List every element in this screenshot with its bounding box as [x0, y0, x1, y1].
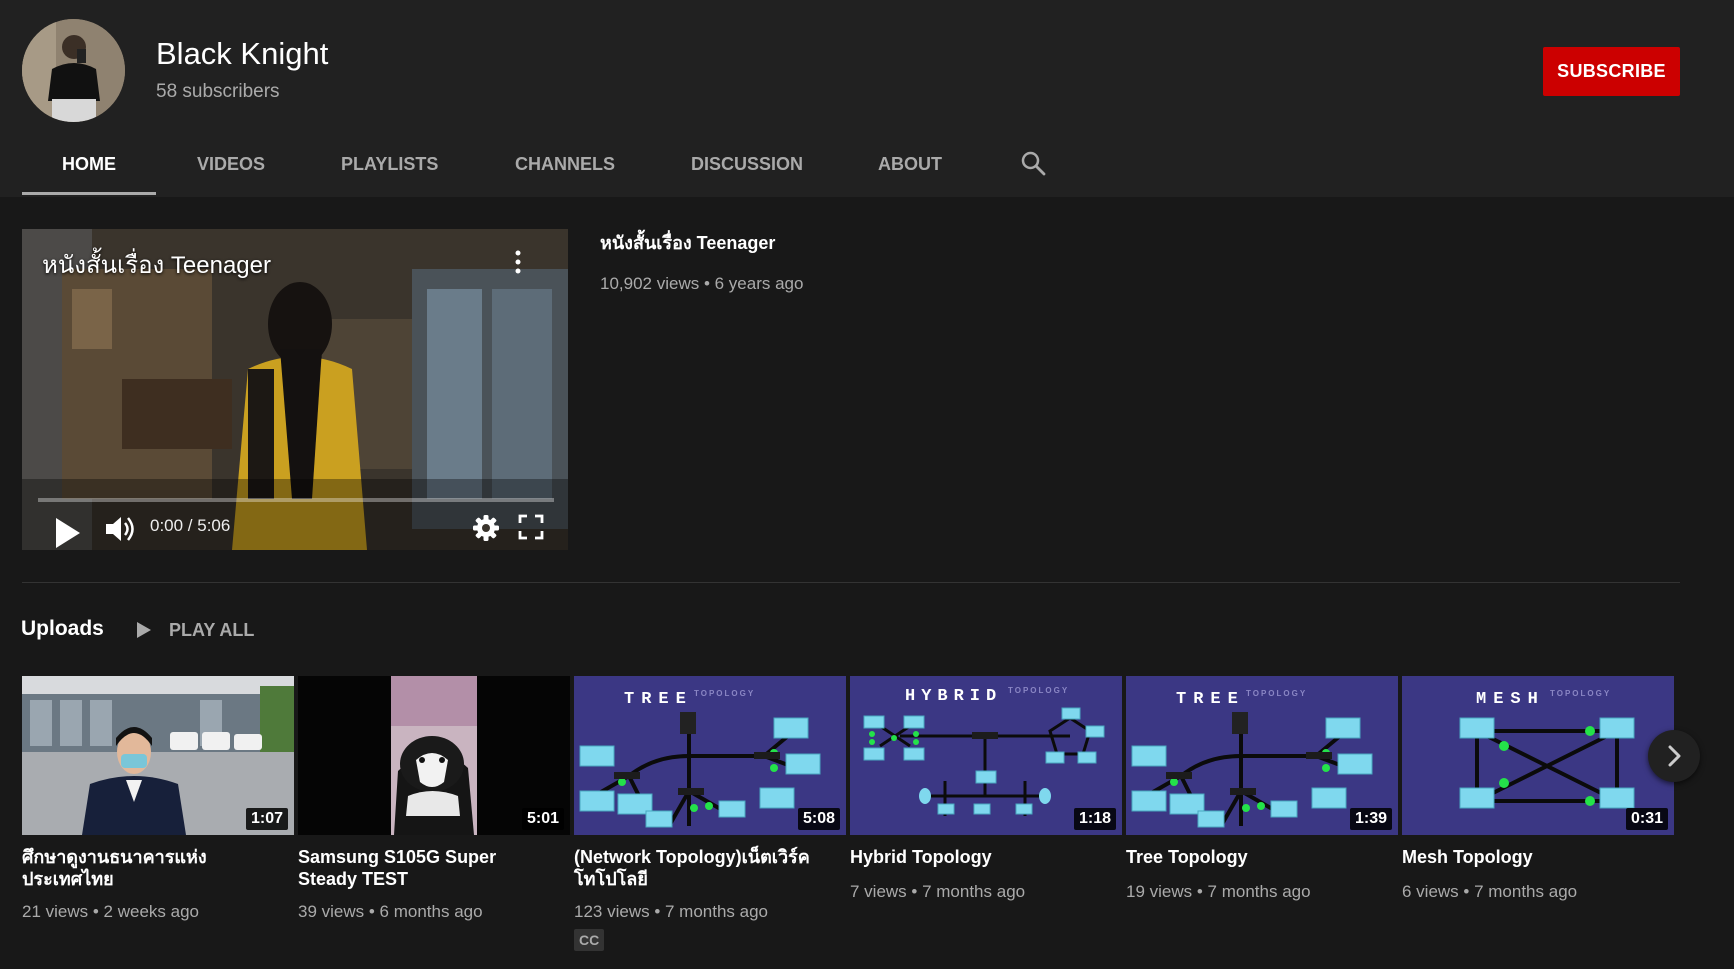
- thumbnail-subheading: TOPOLOGY: [1008, 686, 1069, 695]
- thumbnail-heading: TREE: [624, 690, 693, 709]
- video-title[interactable]: (Network Topology)เน็ตเวิร์ค โทโปโลยี: [574, 846, 836, 890]
- video-thumbnail[interactable]: TREE TOPOLOGY 5:08: [574, 676, 846, 835]
- video-thumbnail[interactable]: MESH TOPOLOGY 0:31: [1402, 676, 1674, 835]
- thumbnail-heading: HYBRID: [905, 687, 1002, 706]
- duration-badge: 5:01: [521, 808, 564, 830]
- video-card[interactable]: MESH TOPOLOGY 0:31 Mesh Topology 6 views…: [1402, 676, 1674, 901]
- volume-icon[interactable]: [104, 514, 138, 544]
- tab-about[interactable]: ABOUT: [878, 154, 942, 175]
- video-card[interactable]: TREE TOPOLOGY 1:39 Tree Topology 19 view…: [1126, 676, 1398, 901]
- video-card[interactable]: 5:01 Samsung S105G Super Steady TEST 39 …: [298, 676, 570, 921]
- video-meta: 7 views • 7 months ago: [850, 882, 1026, 901]
- featured-video-title[interactable]: หนังสั้นเรื่อง Teenager: [600, 228, 775, 257]
- channel-header: Black Knight 58 subscribers SUBSCRIBE HO…: [0, 0, 1734, 197]
- thumbnail-subheading: TOPOLOGY: [694, 689, 755, 698]
- video-title[interactable]: Tree Topology: [1126, 846, 1388, 868]
- video-thumbnail[interactable]: 1:07: [22, 676, 294, 835]
- play-all-label: PLAY ALL: [169, 620, 255, 640]
- duration-badge: 1:07: [245, 808, 288, 830]
- tab-playlists[interactable]: PLAYLISTS: [341, 154, 438, 175]
- duration-badge: 0:31: [1625, 808, 1668, 830]
- time-display: 0:00 / 5:06: [150, 516, 231, 535]
- thumbnail-subheading: TOPOLOGY: [1246, 689, 1307, 698]
- fullscreen-icon[interactable]: [518, 514, 544, 540]
- active-tab-indicator: [22, 192, 156, 195]
- tab-channels[interactable]: CHANNELS: [515, 154, 615, 175]
- progress-bar[interactable]: [38, 498, 554, 502]
- thumbnail-heading: TREE: [1176, 690, 1245, 709]
- duration-badge: 1:39: [1349, 808, 1392, 830]
- video-thumbnail[interactable]: TREE TOPOLOGY 1:39: [1126, 676, 1398, 835]
- video-card[interactable]: TREE TOPOLOGY 5:08 (Network Topology)เน็…: [574, 676, 846, 951]
- search-icon[interactable]: [1020, 150, 1046, 176]
- thumbnail-heading: MESH: [1476, 690, 1545, 709]
- video-meta: 19 views • 7 months ago: [1126, 882, 1311, 901]
- video-meta: 39 views • 6 months ago: [298, 902, 483, 921]
- play-icon: [137, 622, 151, 638]
- thumbnail-subheading: TOPOLOGY: [1550, 689, 1611, 698]
- video-title[interactable]: Samsung S105G Super Steady TEST: [298, 846, 560, 890]
- video-title[interactable]: Hybrid Topology: [850, 846, 1112, 868]
- subscribe-button[interactable]: SUBSCRIBE: [1543, 47, 1680, 96]
- video-title[interactable]: Mesh Topology: [1402, 846, 1664, 868]
- video-meta: 123 views • 7 months ago: [574, 902, 769, 921]
- tab-home[interactable]: HOME: [62, 154, 116, 175]
- video-card[interactable]: 1:07 ศึกษาดูงานธนาคารแห่งประเทศไทย 21 vi…: [22, 676, 294, 921]
- more-vert-icon[interactable]: [515, 249, 521, 275]
- section-divider: [22, 582, 1680, 583]
- channel-name: Black Knight: [156, 36, 329, 71]
- subscriber-count: 58 subscribers: [156, 81, 280, 102]
- featured-video-player[interactable]: หนังสั้นเรื่อง Teenager 0:00 / 5:06: [22, 229, 568, 550]
- video-card[interactable]: HYBRID TOPOLOGY 1:18 Hybrid Topology 7 v…: [850, 676, 1122, 901]
- video-meta: 6 views • 7 months ago: [1402, 882, 1578, 901]
- video-meta: 21 views • 2 weeks ago: [22, 902, 199, 921]
- avatar[interactable]: [22, 19, 125, 122]
- next-arrow-button[interactable]: [1648, 730, 1700, 782]
- play-icon[interactable]: [54, 516, 82, 550]
- chevron-right-icon: [1668, 745, 1681, 767]
- video-thumbnail[interactable]: HYBRID TOPOLOGY 1:18: [850, 676, 1122, 835]
- video-thumbnail[interactable]: 5:01: [298, 676, 570, 835]
- uploads-heading[interactable]: Uploads: [21, 617, 104, 641]
- video-title[interactable]: ศึกษาดูงานธนาคารแห่งประเทศไทย: [22, 846, 284, 890]
- duration-badge: 1:18: [1073, 808, 1116, 830]
- player-title-overlay[interactable]: หนังสั้นเรื่อง Teenager: [42, 245, 271, 284]
- tab-discussion[interactable]: DISCUSSION: [691, 154, 803, 175]
- tab-videos[interactable]: VIDEOS: [197, 154, 265, 175]
- gear-icon[interactable]: [472, 514, 500, 542]
- duration-badge: 5:08: [797, 808, 840, 830]
- featured-video-meta: 10,902 views • 6 years ago: [600, 274, 804, 293]
- cc-badge: CC: [574, 929, 605, 951]
